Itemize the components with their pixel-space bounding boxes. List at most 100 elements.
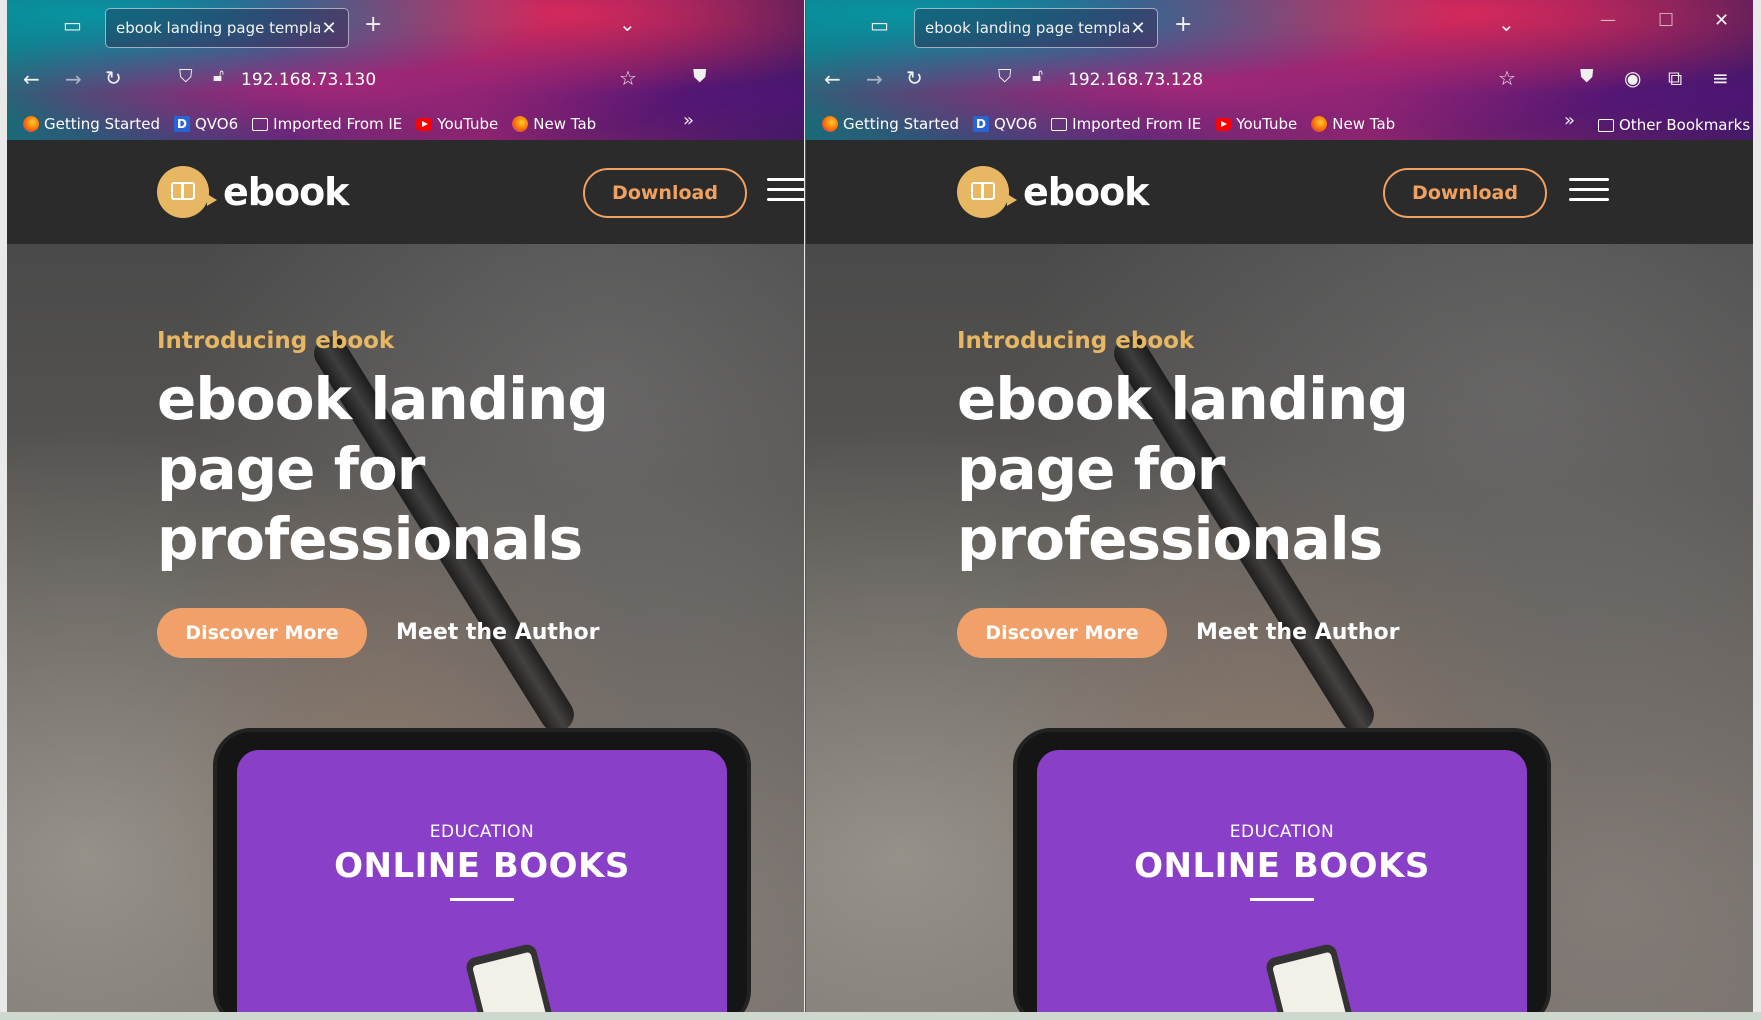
bookmark-youtube[interactable]: YouTube: [1215, 115, 1297, 133]
lock-icon[interactable]: 🔓︎: [1032, 68, 1043, 85]
folder-icon: [1051, 117, 1068, 131]
meet-author-link[interactable]: Meet the Author: [396, 620, 600, 645]
shield-icon[interactable]: ⛉: [179, 68, 193, 86]
hamburger-menu-icon[interactable]: ≡: [1712, 68, 1729, 88]
hamburger-menu-icon[interactable]: [767, 178, 804, 202]
book-logo-icon: [957, 166, 1017, 218]
site-header: ebook Download: [806, 140, 1753, 244]
tablet-screen: EDUCATION ONLINE BOOKS: [237, 750, 727, 1012]
arrow-left-icon[interactable]: ←: [824, 69, 841, 89]
bookmark-qvo6[interactable]: D QVO6: [173, 115, 239, 133]
logo-text: ebook: [1023, 170, 1149, 214]
reload-icon[interactable]: ↻: [906, 68, 923, 88]
pocket-icon[interactable]: ⛊: [1580, 68, 1594, 86]
tablet-divider: [450, 898, 514, 901]
tablet-mockup: EDUCATION ONLINE BOOKS: [1013, 728, 1551, 1012]
arrow-left-icon[interactable]: ←: [23, 69, 40, 89]
download-button[interactable]: Download: [583, 168, 747, 218]
bookmark-label: Other Bookmarks: [1619, 116, 1751, 134]
bookmark-new-tab[interactable]: New Tab: [1311, 115, 1395, 133]
pocket-icon[interactable]: ⛊: [693, 68, 707, 86]
account-icon[interactable]: ◉: [1624, 68, 1641, 88]
url-field[interactable]: 192.168.73.130: [241, 70, 376, 90]
tab-active[interactable]: ebook landing page template ✕: [914, 8, 1158, 48]
other-bookmarks[interactable]: Other Bookmarks: [1598, 116, 1750, 134]
chevron-down-icon[interactable]: ⌄: [619, 14, 636, 34]
folder-icon: [252, 117, 269, 131]
url-field[interactable]: 192.168.73.128: [1068, 70, 1203, 90]
phone-illustration: [1264, 942, 1354, 1012]
meet-author-link[interactable]: Meet the Author: [1196, 620, 1400, 645]
desktop: ▭ ebook landing page template ✕ + ⌄ ← → …: [0, 0, 1761, 1020]
lock-icon[interactable]: 🔓︎: [213, 68, 224, 85]
discover-more-button[interactable]: Discover More: [957, 608, 1167, 658]
close-tab-icon[interactable]: ✕: [1129, 18, 1147, 39]
arrow-right-icon[interactable]: →: [65, 69, 82, 89]
tab-title: ebook landing page template: [925, 19, 1129, 37]
tablet-mockup: EDUCATION ONLINE BOOKS: [213, 728, 751, 1012]
bookmark-label: New Tab: [1332, 115, 1396, 133]
minimize-icon[interactable]: —: [1600, 12, 1616, 28]
tab-bar: ▭ ebook landing page template ✕ + ⌄: [7, 0, 804, 52]
chevron-double-right-icon[interactable]: »: [1564, 112, 1575, 130]
shield-icon[interactable]: ⛉: [998, 68, 1012, 86]
bookmark-imported-from-ie[interactable]: Imported From IE: [252, 115, 402, 133]
intro-label: Introducing ebook: [957, 328, 1195, 354]
intro-label: Introducing ebook: [157, 328, 395, 354]
reload-icon[interactable]: ↻: [105, 68, 122, 88]
close-tab-icon[interactable]: ✕: [320, 18, 338, 39]
bookmark-getting-started[interactable]: Getting Started: [23, 115, 160, 133]
tab-overview-icon[interactable]: ▭: [63, 15, 82, 35]
bookmark-label: Imported From IE: [1072, 115, 1202, 133]
bookmark-label: QVO6: [194, 115, 239, 133]
hero-headline: ebook landing page for professionals: [957, 365, 1409, 573]
hamburger-menu-icon[interactable]: [1569, 178, 1609, 202]
bookmarks-toolbar: Getting Started D QVO6 Imported From IE Y…: [7, 108, 804, 140]
star-icon[interactable]: ☆: [619, 68, 637, 88]
chevron-double-right-icon[interactable]: »: [683, 112, 694, 130]
plus-icon[interactable]: +: [1174, 14, 1192, 36]
tablet-title: ONLINE BOOKS: [334, 846, 630, 886]
bookmark-label: YouTube: [437, 115, 499, 133]
bookmark-getting-started[interactable]: Getting Started: [822, 115, 959, 133]
puzzle-icon[interactable]: ⧉: [1668, 68, 1682, 88]
firefox-icon: [23, 116, 39, 132]
d-logo-icon: D: [972, 116, 989, 132]
bookmark-new-tab[interactable]: New Tab: [512, 115, 596, 133]
chevron-down-icon[interactable]: ⌄: [1498, 14, 1515, 34]
website-viewport: ebook Download Introducing ebook ebook l…: [7, 140, 804, 1012]
bookmark-qvo6[interactable]: D QVO6: [972, 115, 1038, 133]
site-logo[interactable]: ebook: [157, 166, 349, 218]
bookmark-youtube[interactable]: YouTube: [416, 115, 498, 133]
logo-text: ebook: [223, 170, 349, 214]
browser-window-right: ▭ ebook landing page template ✕ + ⌄ — ☐ …: [805, 0, 1753, 1012]
website-viewport: ebook Download Introducing ebook ebook l…: [806, 140, 1753, 1012]
discover-more-button[interactable]: Discover More: [157, 608, 367, 658]
hero-section: Introducing ebook ebook landing page for…: [7, 244, 804, 1012]
youtube-icon: [1215, 117, 1232, 131]
tab-title: ebook landing page template: [116, 19, 320, 37]
bookmark-label: YouTube: [1236, 115, 1298, 133]
firefox-icon: [1311, 116, 1328, 132]
bookmark-imported-from-ie[interactable]: Imported From IE: [1051, 115, 1201, 133]
bookmark-label: Getting Started: [44, 115, 160, 133]
tab-overview-icon[interactable]: ▭: [870, 15, 889, 35]
firefox-icon: [512, 116, 529, 132]
folder-icon: [1598, 118, 1614, 132]
site-logo[interactable]: ebook: [957, 166, 1149, 218]
star-icon[interactable]: ☆: [1498, 68, 1516, 88]
close-window-icon[interactable]: ✕: [1714, 12, 1729, 30]
youtube-icon: [416, 117, 433, 131]
bookmark-label: QVO6: [993, 115, 1038, 133]
bookmark-label: Imported From IE: [273, 115, 403, 133]
tablet-screen: EDUCATION ONLINE BOOKS: [1037, 750, 1527, 1012]
plus-icon[interactable]: +: [364, 14, 382, 36]
tab-active[interactable]: ebook landing page template ✕: [105, 8, 349, 48]
download-button[interactable]: Download: [1383, 168, 1547, 218]
maximize-icon[interactable]: ☐: [1658, 12, 1674, 30]
navigation-bar: ← → ↻ ⛉ 🔓︎ 192.168.73.128 ☆ ⛊ ◉ ⧉ ≡: [806, 56, 1753, 106]
tablet-title: ONLINE BOOKS: [1134, 846, 1430, 886]
arrow-right-icon[interactable]: →: [866, 69, 883, 89]
d-logo-icon: D: [173, 116, 190, 132]
tablet-category: EDUCATION: [429, 822, 535, 842]
